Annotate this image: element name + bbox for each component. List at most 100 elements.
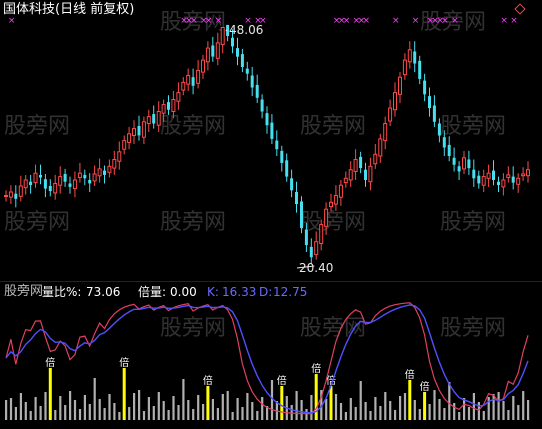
multiple-volume-bar — [329, 386, 333, 420]
volume-bar — [256, 411, 259, 420]
volume-bar — [14, 407, 17, 420]
candle-body — [472, 169, 476, 179]
candle-body — [186, 75, 191, 85]
candle-body — [280, 150, 284, 163]
candle-body — [201, 59, 205, 73]
candle-body — [14, 193, 18, 199]
candle-body — [497, 181, 500, 186]
volume-bar — [477, 402, 480, 420]
candle-body — [260, 99, 264, 112]
candle-body — [265, 113, 269, 126]
k-value: 16.33 — [222, 285, 257, 299]
candle-body — [132, 128, 136, 137]
volume-bar — [34, 397, 37, 420]
candle-body — [97, 168, 102, 177]
candle-body — [88, 180, 92, 184]
volume-bar — [384, 392, 387, 420]
d-label: D: — [259, 285, 273, 299]
multiple-volume-bar — [314, 374, 318, 420]
candle-body — [486, 172, 491, 179]
candle-body — [39, 174, 42, 178]
volume-bar — [482, 411, 485, 420]
volume-bar — [182, 379, 185, 420]
volume-bar — [354, 407, 357, 420]
volume-bar — [83, 395, 86, 420]
candle-body — [83, 174, 87, 179]
volume-bar — [463, 398, 466, 420]
indicator-header: 股旁网 量比%: 73.06 倍量: 0.00 K: 16.33 D: 12.7… — [0, 284, 542, 300]
candle-body — [196, 69, 201, 84]
candle-body — [333, 195, 338, 205]
candle-body — [383, 123, 388, 142]
indicator-name: 股旁网 — [4, 284, 44, 299]
volume-bar — [202, 404, 205, 420]
volume-bar — [300, 400, 303, 420]
volume-bar — [93, 378, 96, 420]
volume-bar — [349, 398, 352, 420]
volume-bar — [359, 381, 362, 420]
candle-body — [359, 156, 363, 168]
volume-bar — [113, 403, 116, 420]
chart-title: 国体科技(日线 前复权) — [3, 2, 135, 17]
candle-body — [442, 137, 446, 148]
volume-bar — [310, 395, 313, 420]
multiple-marker: 倍 — [203, 374, 213, 387]
volume-bar — [413, 400, 416, 420]
candle-body — [220, 27, 225, 46]
signal-marker: × — [205, 16, 213, 26]
multiple-marker: 倍 — [405, 368, 415, 381]
candle-body — [378, 138, 383, 157]
volume-bar — [118, 412, 121, 420]
candle-body — [33, 172, 38, 184]
candle-body — [481, 176, 486, 186]
candle-body — [373, 153, 378, 165]
volume-bar — [364, 402, 367, 420]
candle-body — [457, 166, 461, 172]
volume-bar — [492, 394, 495, 420]
multiple-marker: 倍 — [45, 356, 55, 369]
chart-canvas[interactable]: × ××× ×× × × ×× ××× ××× × × ×××× × × ×倍 倍倍 倍倍倍倍倍 — [0, 0, 542, 429]
volume-bar — [142, 411, 146, 420]
k-label: K: — [207, 285, 219, 299]
candle-body — [107, 165, 112, 173]
volume-bar — [69, 391, 72, 420]
signal-marker: × — [510, 16, 518, 26]
candle-body — [231, 37, 234, 47]
candle-body — [29, 181, 33, 186]
volume-bar — [64, 405, 67, 420]
candle-body — [467, 159, 471, 169]
candle-body — [319, 224, 324, 245]
volume-bar — [443, 408, 446, 420]
candle-body — [364, 169, 367, 180]
volume-bar — [172, 396, 175, 420]
candle-body — [205, 47, 210, 63]
candle-body — [161, 104, 166, 114]
signal-marker: × — [8, 16, 16, 26]
volume-bar — [39, 406, 42, 420]
volume-bar — [453, 403, 456, 420]
volume-bar — [162, 401, 165, 420]
volume-bar — [305, 409, 308, 420]
multiple-volume-bar — [423, 392, 427, 420]
candle-body — [156, 111, 161, 126]
candle-body — [117, 151, 122, 162]
volume-bar — [98, 399, 101, 420]
multiple-volume-bar — [48, 368, 52, 420]
volume-bar — [325, 399, 328, 420]
volume-bar — [108, 394, 111, 420]
volume-bar — [147, 397, 150, 420]
volume-bar — [379, 406, 382, 420]
candle-body — [18, 185, 23, 197]
volume-bar — [54, 410, 57, 420]
volume-bar — [270, 380, 274, 420]
volume-bar — [522, 391, 525, 420]
volume-bar — [157, 392, 160, 420]
volume-bar — [44, 392, 47, 420]
candle-body — [240, 54, 244, 67]
candle-body — [43, 179, 47, 189]
volume-bar — [9, 398, 13, 420]
volume-bar — [251, 402, 254, 420]
candle-body — [191, 77, 195, 86]
candle-body — [407, 49, 412, 63]
candle-body — [324, 208, 329, 227]
